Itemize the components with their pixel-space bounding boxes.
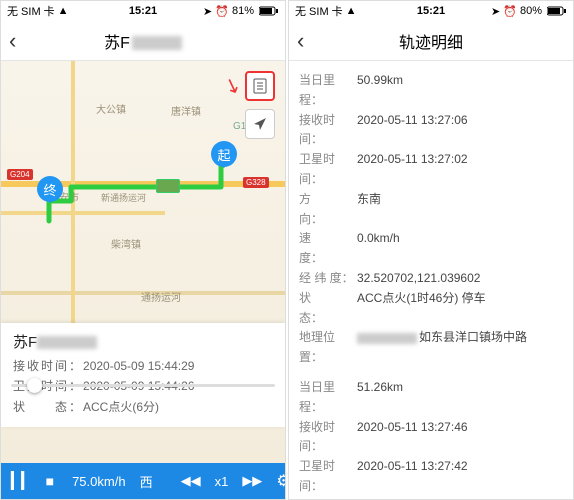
nav-title: 苏F bbox=[104, 29, 182, 53]
detail-screen: 无 SIM 卡 ▲ 15:21 ➤⏰80% ‹ 轨迹明细 当日里程：50.99k… bbox=[288, 0, 574, 500]
plate-number: 苏F bbox=[13, 331, 273, 352]
carrier-text: 无 SIM 卡 bbox=[7, 3, 55, 19]
speed-value: 75.0km/h bbox=[72, 474, 125, 489]
battery-pct: 80% bbox=[520, 5, 542, 17]
clock: 15:21 bbox=[129, 5, 157, 17]
track-detail-list[interactable]: 当日里程：50.99km接收时间：2020-05-11 13:27:06卫星时间… bbox=[289, 61, 573, 499]
map-screen: 无 SIM 卡 ▲ 15:21 ➤⏰81% ‹ 苏F 海安市 通扬运河 唐洋镇 … bbox=[0, 0, 286, 500]
battery-pct: 81% bbox=[232, 5, 254, 17]
record-label: 卫星时间： bbox=[299, 150, 357, 190]
info-value: ACC点火(6分) bbox=[83, 400, 159, 414]
status-bar: 无 SIM 卡 ▲ 15:21 ➤⏰80% bbox=[289, 1, 573, 21]
playback-slider[interactable] bbox=[11, 384, 275, 387]
record-value: 2020-05-11 13:27:02 bbox=[357, 150, 468, 190]
rate-value: x1 bbox=[215, 474, 229, 489]
player-bar: ▎▎ ■ 75.0km/h 西 ◀◀ x1 ▶▶ ⚙ bbox=[1, 463, 285, 499]
record-label: 状 态： bbox=[299, 289, 357, 329]
record-label: 卫星时间： bbox=[299, 457, 357, 497]
record-label: 地理位置： bbox=[299, 328, 357, 368]
track-record: 当日里程：51.26km接收时间：2020-05-11 13:27:46卫星时间… bbox=[299, 374, 563, 499]
direction-value: 西 bbox=[140, 472, 153, 491]
carrier-text: 无 SIM 卡 bbox=[295, 3, 343, 19]
record-label: 经 纬 度： bbox=[299, 269, 357, 289]
wifi-icon: ▲ bbox=[346, 5, 357, 17]
track-record: 当日里程：50.99km接收时间：2020-05-11 13:27:06卫星时间… bbox=[299, 67, 563, 374]
back-button[interactable]: ‹ bbox=[297, 28, 304, 54]
record-value: 2020-05-11 13:27:46 bbox=[357, 418, 468, 458]
record-label: 接收时间： bbox=[299, 418, 357, 458]
record-value: 51.26km bbox=[357, 378, 403, 418]
record-value: 50.99km bbox=[357, 71, 403, 111]
record-label: 接收时间： bbox=[299, 111, 357, 151]
record-label: 当日里程： bbox=[299, 378, 357, 418]
pause-button[interactable]: ▎▎ bbox=[11, 471, 32, 491]
stop-button[interactable]: ■ bbox=[46, 473, 54, 489]
start-marker[interactable]: 起 bbox=[211, 141, 237, 167]
locate-button[interactable] bbox=[245, 109, 275, 139]
record-value: 2020-05-11 13:27:06 bbox=[357, 111, 468, 151]
end-marker[interactable]: 终 bbox=[37, 176, 63, 202]
rate-next-button[interactable]: ▶▶ bbox=[242, 473, 262, 489]
record-value: 0.0km/h bbox=[357, 229, 400, 269]
track-list-button[interactable] bbox=[245, 71, 275, 101]
info-label: 状 态： bbox=[13, 400, 83, 414]
nav-bar: ‹ 轨迹明细 bbox=[289, 21, 573, 61]
record-value: 东南 bbox=[357, 190, 381, 230]
record-location: 如东县洋口镇场中路 bbox=[357, 328, 527, 368]
record-label: 方 向： bbox=[299, 190, 357, 230]
record-value: 2020-05-11 13:27:42 bbox=[357, 457, 468, 497]
vehicle-icon bbox=[156, 179, 180, 193]
status-bar: 无 SIM 卡 ▲ 15:21 ➤⏰81% bbox=[1, 1, 285, 21]
record-value: 南 bbox=[357, 497, 369, 499]
location-icon: ➤ bbox=[203, 5, 212, 18]
record-value: ACC点火(1时46分) 停车 bbox=[357, 289, 486, 329]
clock: 15:21 bbox=[417, 5, 445, 17]
record-label: 方 向： bbox=[299, 497, 357, 499]
alarm-icon: ⏰ bbox=[503, 5, 517, 18]
battery-icon bbox=[545, 6, 567, 16]
rate-prev-button[interactable]: ◀◀ bbox=[181, 473, 201, 489]
record-label: 当日里程： bbox=[299, 71, 357, 111]
back-button[interactable]: ‹ bbox=[9, 28, 16, 54]
info-label: 接收时间： bbox=[13, 359, 83, 373]
map-view[interactable]: 海安市 通扬运河 唐洋镇 柴湾镇 如皋市 丁堰镇 搬经镇 大公镇 新通扬运河 G… bbox=[1, 61, 285, 463]
track-info-card: 苏F 接收时间：2020-05-09 15:44:29 卫星时间：2020-05… bbox=[1, 323, 285, 427]
settings-button[interactable]: ⚙ bbox=[276, 471, 286, 491]
record-label: 速 度： bbox=[299, 229, 357, 269]
wifi-icon: ▲ bbox=[58, 5, 69, 17]
nav-bar: ‹ 苏F bbox=[1, 21, 285, 61]
record-value: 32.520702,121.039602 bbox=[357, 269, 480, 289]
alarm-icon: ⏰ bbox=[215, 5, 229, 18]
info-value: 2020-05-09 15:44:29 bbox=[83, 359, 194, 373]
nav-title: 轨迹明细 bbox=[399, 29, 463, 53]
battery-icon bbox=[257, 6, 279, 16]
location-icon: ➤ bbox=[491, 5, 500, 18]
